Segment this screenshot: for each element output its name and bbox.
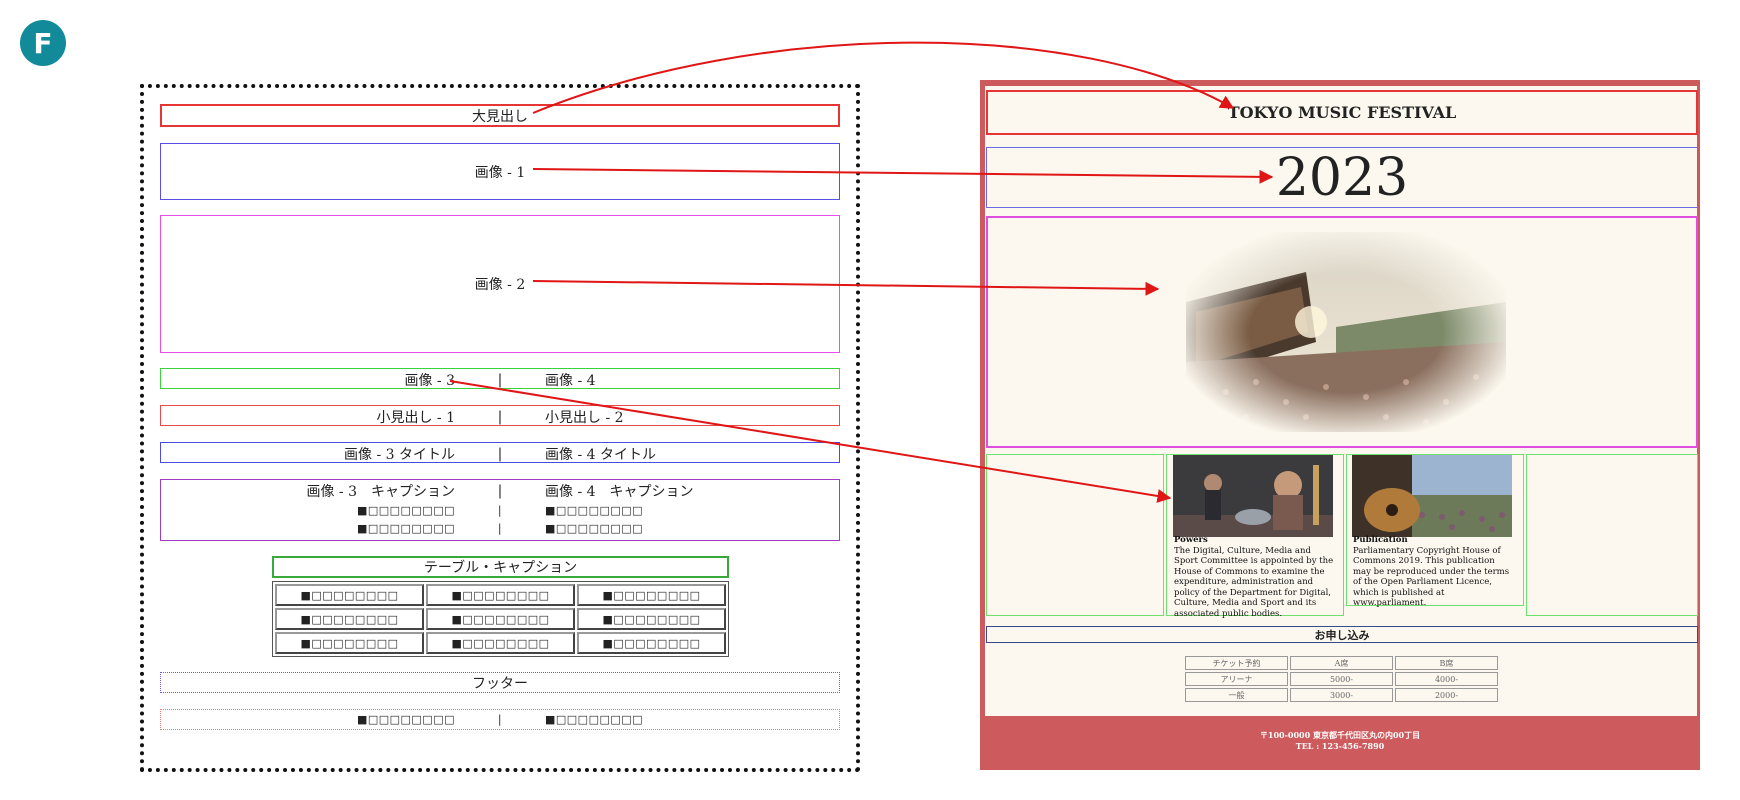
wire-image4-title-label: 画像 - 4 タイトル xyxy=(545,447,656,463)
wire-table-caption-label: テーブル・キャプション xyxy=(423,560,578,576)
wire-table-caption-box: テーブル・キャプション xyxy=(272,556,729,578)
section-badge: F xyxy=(20,20,66,66)
wire-footer-info-box: ■□□□□□□□□ | ■□□□□□□□□ xyxy=(160,709,840,730)
wire-table-row: ■□□□□□□□□ ■□□□□□□□□ ■□□□□□□□□ xyxy=(275,584,726,606)
stadium-photo xyxy=(1186,232,1506,432)
concert-photo-2 xyxy=(1352,455,1512,537)
wire-image4-label: 画像 - 4 xyxy=(545,373,596,389)
wire-image1-label: 画像 - 1 xyxy=(474,164,526,181)
ticket-table-cell: アリーナ xyxy=(1185,672,1288,686)
wire-table-cell: ■□□□□□□□□ xyxy=(577,608,726,630)
ticket-table-cell: A席 xyxy=(1290,656,1393,670)
site-year-box: 2023 xyxy=(986,147,1698,208)
site-apply-heading: お申し込み xyxy=(1314,628,1370,642)
wire-table: ■□□□□□□□□ ■□□□□□□□□ ■□□□□□□□□ ■□□□□□□□□ … xyxy=(272,581,729,657)
wire-heading-label: 大見出し xyxy=(472,108,528,125)
wire-placeholder-text: ■□□□□□□□□ xyxy=(545,713,644,726)
wire-image2-box: 画像 - 2 xyxy=(160,215,840,353)
site-col-publication-text: Publication Parliamentary Copyright Hous… xyxy=(1353,535,1515,609)
wire-table-cell: ■□□□□□□□□ xyxy=(426,584,575,606)
wire-subheading-box: 小見出し - 1 | 小見出し - 2 xyxy=(160,405,840,426)
ticket-table-cell: 2000- xyxy=(1395,688,1498,702)
wire-table-cell: ■□□□□□□□□ xyxy=(275,584,424,606)
site-col-powers-body: The Digital, Culture, Media and Sport Co… xyxy=(1174,545,1334,619)
ticket-table-row: 一般 3000- 2000- xyxy=(1185,688,1498,702)
wire-image3-title-label: 画像 - 3 タイトル xyxy=(344,447,455,463)
wire-heading-box: 大見出し xyxy=(160,104,840,127)
wire-image4-caption-label: 画像 - 4 キャプション xyxy=(545,484,694,500)
wire-placeholder-text: ■□□□□□□□□ xyxy=(356,713,455,726)
site-title: TOKYO MUSIC FESTIVAL xyxy=(1227,103,1457,122)
site-col-powers-title: Powers xyxy=(1174,535,1208,545)
wire-footer-box: フッター xyxy=(160,672,840,693)
site-footer-address: 〒100-0000 東京都千代田区丸の内00丁目 xyxy=(1259,730,1421,740)
wire-subheading2-label: 小見出し - 2 xyxy=(545,410,624,426)
wire-image2-label: 画像 - 2 xyxy=(474,277,526,293)
wire-table-cell: ■□□□□□□□□ xyxy=(426,608,575,630)
wire-placeholder-text: ■□□□□□□□□ xyxy=(545,522,644,535)
wire-captions-box: 画像 - 3 キャプション | 画像 - 4 キャプション ■□□□□□□□□ … xyxy=(160,479,840,541)
site-col-powers-text: Powers The Digital, Culture, Media and S… xyxy=(1174,535,1336,619)
ticket-table-cell: B席 xyxy=(1395,656,1498,670)
wire-image3-label: 画像 - 3 xyxy=(404,373,455,389)
site-footer: 〒100-0000 東京都千代田区丸の内00丁目 TEL : 123-456-7… xyxy=(980,730,1700,752)
ticket-table-cell: チケット予約 xyxy=(1185,656,1288,670)
wire-table-cell: ■□□□□□□□□ xyxy=(577,632,726,654)
wire-footer-label: フッター xyxy=(472,675,528,692)
site-col-publication-body: Parliamentary Copyright House of Commons… xyxy=(1353,545,1510,609)
wire-image3-caption-label: 画像 - 3 キャプション xyxy=(306,484,455,500)
wire-placeholder-text: ■□□□□□□□□ xyxy=(356,522,455,535)
ticket-table-cell: 3000- xyxy=(1290,688,1393,702)
ticket-table-cell: 5000- xyxy=(1290,672,1393,686)
ticket-table-cell: 4000- xyxy=(1395,672,1498,686)
wire-table-cell: ■□□□□□□□□ xyxy=(426,632,575,654)
wire-titles-box: 画像 - 3 タイトル | 画像 - 4 タイトル xyxy=(160,442,840,463)
site-year: 2023 xyxy=(1275,147,1409,208)
site-apply-box: お申し込み xyxy=(986,626,1698,643)
ticket-table-row: チケット予約 A席 B席 xyxy=(1185,656,1498,670)
ticket-price-table: チケット予約 A席 B席 アリーナ 5000- 4000- 一般 3000- 2… xyxy=(1183,654,1500,704)
site-col-left-empty xyxy=(986,454,1164,616)
site-hero-box xyxy=(986,216,1698,448)
wire-table-row: ■□□□□□□□□ ■□□□□□□□□ ■□□□□□□□□ xyxy=(275,632,726,654)
wire-table-row: ■□□□□□□□□ ■□□□□□□□□ ■□□□□□□□□ xyxy=(275,608,726,630)
wire-table-cell: ■□□□□□□□□ xyxy=(275,632,424,654)
site-col-right-empty xyxy=(1526,454,1698,616)
wire-image1-box: 画像 - 1 xyxy=(160,143,840,200)
ticket-table-row: アリーナ 5000- 4000- xyxy=(1185,672,1498,686)
wire-placeholder-text: ■□□□□□□□□ xyxy=(356,504,455,517)
wire-image34-box: 画像 - 3 | 画像 - 4 xyxy=(160,368,840,389)
wire-table-cell: ■□□□□□□□□ xyxy=(275,608,424,630)
site-col-publication-title: Publication xyxy=(1353,535,1408,545)
site-title-box: TOKYO MUSIC FESTIVAL xyxy=(986,90,1698,135)
wire-table-cell: ■□□□□□□□□ xyxy=(577,584,726,606)
site-footer-tel: TEL : 123-456-7890 xyxy=(1295,741,1385,751)
wire-subheading1-label: 小見出し - 1 xyxy=(376,410,455,426)
concert-photo-1 xyxy=(1173,455,1333,537)
ticket-table-cell: 一般 xyxy=(1185,688,1288,702)
wire-placeholder-text: ■□□□□□□□□ xyxy=(545,504,644,517)
